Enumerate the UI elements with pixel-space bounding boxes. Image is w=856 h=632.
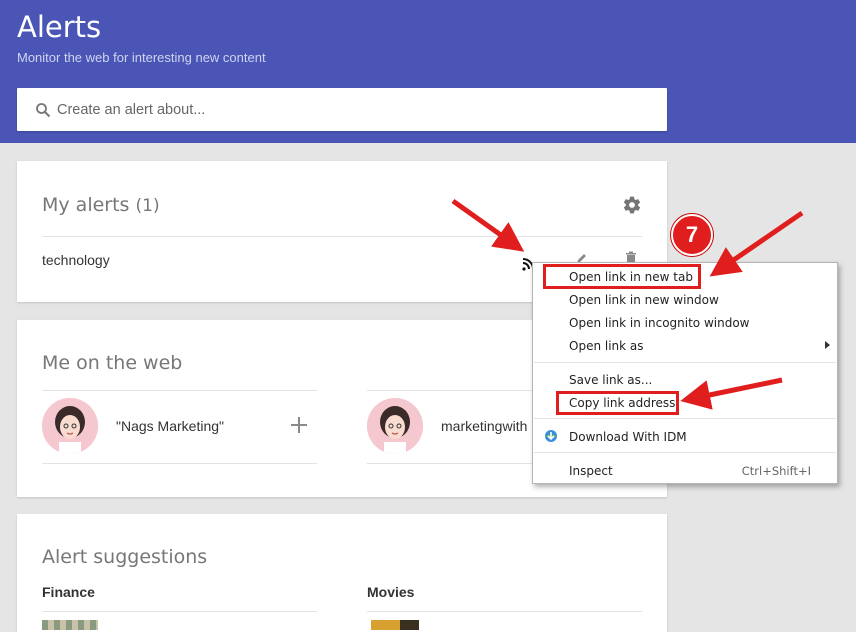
- me-on-web-title: Me on the web: [42, 352, 183, 374]
- avatar-illustration: [42, 398, 98, 454]
- divider: [42, 463, 317, 464]
- avatar: [42, 398, 98, 454]
- alerts-count: (1): [135, 196, 160, 216]
- suggestion-thumbnail[interactable]: [371, 620, 419, 630]
- search-placeholder: Create an alert about...: [57, 102, 206, 118]
- alert-suggestions-title: Alert suggestions: [42, 546, 208, 568]
- menu-separator: [534, 452, 836, 453]
- step-badge: 7: [671, 214, 713, 256]
- arrow-icon: [709, 210, 804, 277]
- menu-item-open-incognito[interactable]: Open link in incognito window: [569, 316, 749, 330]
- profile-name: "Nags Marketing": [116, 418, 224, 434]
- menu-item-open-new-window[interactable]: Open link in new window: [569, 293, 719, 307]
- my-alerts-title: My alerts (1): [42, 194, 160, 216]
- gear-icon[interactable]: [622, 195, 642, 215]
- context-menu: Open link in new tab Open link in new wi…: [532, 262, 838, 484]
- alert-item-label[interactable]: technology: [42, 252, 110, 268]
- search-icon: [36, 103, 51, 118]
- inspect-shortcut: Ctrl+Shift+I: [741, 464, 811, 478]
- menu-item-save-link-as[interactable]: Save link as...: [569, 373, 652, 387]
- suggestion-category: Movies: [367, 584, 415, 600]
- divider: [367, 611, 642, 612]
- menu-item-inspect[interactable]: Inspect: [569, 464, 613, 478]
- menu-separator: [534, 362, 836, 363]
- avatar: [367, 398, 423, 454]
- suggestion-thumbnail[interactable]: [42, 620, 98, 630]
- page-subtitle: Monitor the web for interesting new cont…: [17, 50, 266, 65]
- idm-icon: [545, 430, 557, 442]
- divider: [42, 236, 642, 237]
- menu-item-open-link-as[interactable]: Open link as: [569, 339, 644, 353]
- submenu-arrow-icon: [825, 341, 830, 349]
- menu-separator: [534, 418, 836, 419]
- page-title: Alerts: [17, 10, 102, 44]
- alert-suggestions-card: Alert suggestions Finance Movies: [17, 514, 667, 632]
- app-header: Alerts Monitor the web for interesting n…: [0, 0, 856, 143]
- divider: [42, 611, 317, 612]
- profile-name: marketingwith: [441, 418, 528, 434]
- highlight-box: [556, 391, 679, 415]
- suggestion-category: Finance: [42, 584, 95, 600]
- my-alerts-title-text: My alerts: [42, 194, 130, 216]
- plus-icon[interactable]: [291, 417, 307, 433]
- create-alert-input[interactable]: Create an alert about...: [17, 88, 667, 131]
- menu-item-download-idm[interactable]: Download With IDM: [569, 430, 687, 444]
- avatar-illustration: [367, 398, 423, 454]
- divider: [42, 390, 317, 391]
- highlight-box: [543, 264, 701, 289]
